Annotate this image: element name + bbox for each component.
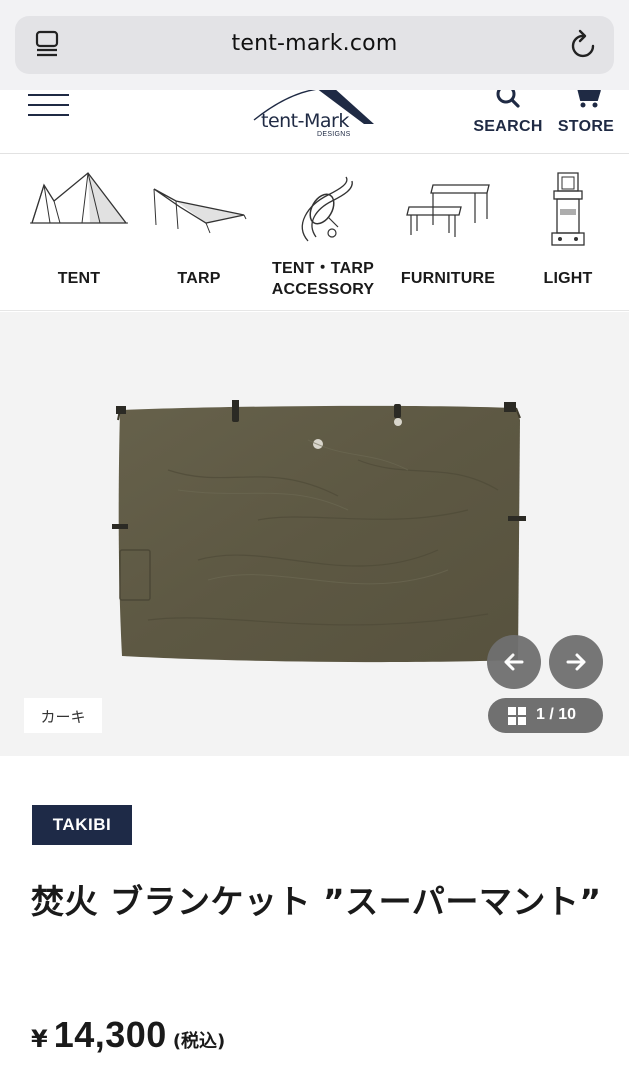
- category-tent-tarp-accessory[interactable]: TENT・TARP ACCESSORY: [272, 155, 374, 311]
- tarp-icon: [153, 188, 247, 234]
- color-variant-label: カーキ: [24, 698, 102, 733]
- reload-icon[interactable]: [569, 29, 599, 61]
- color-name: カーキ: [40, 708, 86, 726]
- site-logo[interactable]: tent-Mark DESIGNS: [246, 90, 386, 146]
- product-gallery[interactable]: カーキ 1 / 10: [0, 312, 629, 756]
- tax-note: (税込): [172, 1031, 226, 1052]
- site-header: tent-Mark DESIGNS SEARCH STORE: [0, 90, 629, 154]
- tent-icon: [30, 172, 128, 224]
- prev-image-button[interactable]: [487, 635, 541, 689]
- category-label-line2: ACCESSORY: [271, 281, 375, 298]
- next-image-button[interactable]: [549, 635, 603, 689]
- product-image[interactable]: [108, 400, 528, 668]
- arrow-left-icon: [504, 653, 524, 671]
- cart-icon: [577, 90, 601, 108]
- category-nav: TENT TARP TENT・TARP ACCESSORY FURNITURE: [0, 155, 629, 311]
- image-counter-button[interactable]: 1 / 10: [488, 698, 603, 733]
- url-text[interactable]: tent-mark.com: [15, 31, 614, 56]
- table-icon: [406, 184, 490, 237]
- store-button[interactable]: STORE: [553, 90, 619, 150]
- logo-text: tent-Mark: [261, 110, 349, 132]
- image-counter-text: 1 / 10: [536, 706, 577, 723]
- browser-toolbar: tent-mark.com: [0, 0, 629, 90]
- category-label: FURNITURE: [400, 270, 496, 287]
- category-label: TARP: [177, 270, 221, 287]
- search-icon: [496, 90, 520, 108]
- category-furniture[interactable]: FURNITURE: [398, 155, 498, 311]
- category-label-line1: TENT・TARP: [272, 260, 374, 277]
- category-label: TENT: [57, 270, 101, 287]
- product-price: ¥14,300 (税込): [31, 1014, 225, 1060]
- brand-badge[interactable]: TAKIBI: [32, 805, 132, 845]
- lantern-icon: [551, 172, 585, 246]
- category-label: LIGHT: [543, 270, 593, 287]
- category-tent[interactable]: TENT: [28, 155, 130, 311]
- store-label: STORE: [557, 118, 615, 135]
- address-bar[interactable]: tent-mark.com: [15, 16, 614, 74]
- category-light[interactable]: LIGHT: [528, 155, 608, 311]
- search-label: SEARCH: [473, 118, 543, 135]
- carabiner-icon: [301, 176, 353, 242]
- price-amount: 14,300: [53, 1014, 167, 1055]
- arrow-right-icon: [566, 653, 586, 671]
- menu-icon[interactable]: [28, 92, 70, 120]
- search-button[interactable]: SEARCH: [470, 90, 546, 150]
- product-title: 焚火 ブランケット ”スーパーマント”: [31, 882, 602, 921]
- currency-symbol: ¥: [31, 1025, 48, 1053]
- logo-subtext: DESIGNS: [317, 131, 351, 138]
- category-tarp[interactable]: TARP: [149, 155, 249, 311]
- brand-label: TAKIBI: [52, 815, 112, 834]
- grid-icon: [508, 707, 526, 725]
